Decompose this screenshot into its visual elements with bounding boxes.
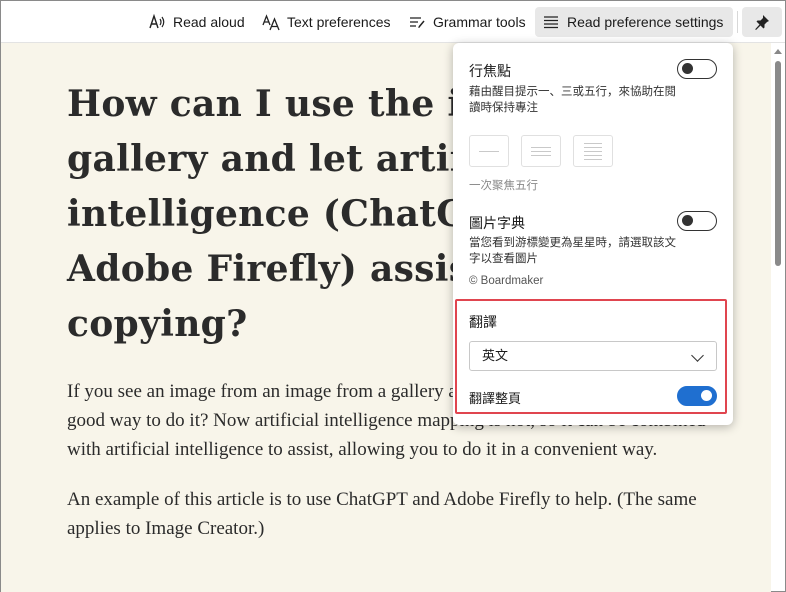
text-size-icon [262, 14, 280, 31]
scrollbar-thumb[interactable] [775, 61, 781, 266]
read-aloud-label: Read aloud [173, 14, 245, 30]
line-focus-title: 行焦點 [469, 63, 511, 79]
focus-three-lines-button[interactable] [521, 135, 561, 167]
focus-one-line-button[interactable] [469, 135, 509, 167]
read-aloud-button[interactable]: Read aloud [141, 7, 252, 37]
boardmaker-attribution: © Boardmaker [469, 275, 544, 287]
grammar-tools-label: Grammar tools [433, 14, 526, 30]
focus-five-lines-button[interactable] [573, 135, 613, 167]
vertical-scrollbar[interactable] [771, 43, 785, 591]
line-focus-description: 藉由醒目提示一、三或五行，來協助在閱讀時保持專注 [469, 86, 676, 114]
picture-dictionary-title: 圖片字典 [469, 215, 525, 231]
translate-highlight-box [455, 299, 727, 414]
toggle-knob [682, 63, 693, 74]
grammar-tools-icon [410, 17, 425, 28]
read-aloud-icon [149, 13, 165, 29]
grammar-tools-button[interactable]: Grammar tools [401, 7, 533, 37]
line-focus-toggle[interactable] [677, 59, 717, 79]
line-focus-caption: 一次聚焦五行 [469, 180, 538, 192]
read-preference-icon [544, 16, 558, 29]
pin-toolbar-button[interactable] [742, 7, 782, 37]
text-preferences-label: Text preferences [287, 14, 391, 30]
text-preferences-button[interactable]: Text preferences [255, 7, 398, 37]
read-preference-settings-button[interactable]: Read preference settings [535, 7, 733, 37]
scroll-up-arrow-icon[interactable] [774, 49, 782, 54]
article-paragraph: An example of this article is to use Cha… [67, 489, 697, 539]
read-preference-settings-label: Read preference settings [567, 14, 724, 30]
pin-icon [755, 15, 769, 30]
toggle-knob [682, 215, 693, 226]
reader-toolbar: Read aloud Text preferences Grammar tool… [1, 1, 785, 43]
toolbar-divider [737, 11, 738, 33]
picture-dictionary-toggle[interactable] [677, 211, 717, 231]
picture-dictionary-description: 當您看到游標變更為星星時，請選取該文字以查看圖片 [469, 237, 676, 265]
